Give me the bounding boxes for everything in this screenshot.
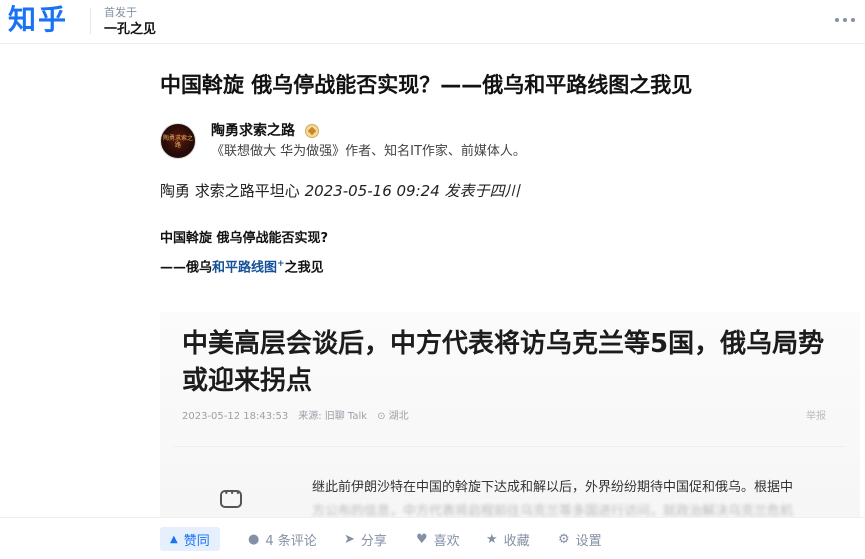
byline-author: 陶勇 求索之路平坦心: [160, 182, 300, 200]
published-in-label: 首发于: [104, 6, 137, 19]
byline-date-location: 2023-05-16 09:24 发表于四川: [304, 182, 520, 200]
upvote-button[interactable]: ▲ 赞同: [160, 527, 220, 551]
favorite-button[interactable]: ★ 收藏: [486, 527, 530, 551]
action-bar: ▲ 赞同 ● 4 条评论 ➤ 分享 ♥ 喜欢 ★ 收藏 ⚙ 设置: [0, 517, 865, 559]
like-button[interactable]: ♥ 喜欢: [416, 527, 460, 551]
embed-body-line-2: 方公布的信息，中方代表将启程前往乌克兰等多国进行访问，就政治解决乌克兰危机: [312, 504, 794, 517]
gear-icon: ⚙: [558, 531, 570, 547]
comment-bubble-icon: [220, 489, 242, 508]
subtitle-prefix: ——俄乌: [160, 260, 213, 276]
paper-plane-icon: ➤: [344, 531, 355, 547]
top-header: 知乎 首发于 一孔之见: [0, 0, 865, 44]
zhihu-logo[interactable]: 知乎: [8, 2, 68, 38]
author-badge-icon: [305, 124, 319, 138]
favorite-label: 收藏: [503, 533, 530, 549]
settings-label: 设置: [575, 533, 602, 549]
heart-icon: ♥: [416, 531, 428, 547]
comment-icon: ●: [248, 531, 260, 547]
embed-body-line-1: 继此前伊朗沙特在中国的斡旋下达成和解以后，外界纷纷期待中国促和俄乌。根据中: [312, 480, 794, 495]
share-button[interactable]: ➤ 分享: [344, 527, 387, 551]
link-plus-icon: +: [277, 259, 285, 269]
embed-meta: 2023-05-12 18:43:53 来源: 旧聊 Talk ⊙ 湖北: [182, 411, 409, 422]
header-divider: [90, 8, 91, 34]
subtitle-line-2: ——俄乌和平路线图+之我见: [160, 254, 324, 278]
triangle-up-icon: ▲: [170, 533, 178, 545]
author-avatar[interactable]: 陶勇求索之路: [160, 123, 196, 159]
embed-divider: [174, 446, 846, 447]
avatar-text: 陶勇求索之路: [162, 135, 193, 149]
like-label: 喜欢: [433, 533, 460, 549]
peace-roadmap-link[interactable]: 和平路线图: [212, 260, 277, 275]
upvote-label: 赞同: [183, 533, 210, 549]
column-name-link[interactable]: 一孔之见: [104, 21, 156, 39]
byline: 陶勇 求索之路平坦心 2023-05-16 09:24 发表于四川: [160, 180, 520, 202]
settings-button[interactable]: ⚙ 设置: [558, 527, 602, 551]
comments-label: 4 条评论: [265, 533, 317, 549]
author-bio: 《联想做大 华为做强》作者、知名IT作家、前媒体人。: [211, 144, 526, 159]
comments-button[interactable]: ● 4 条评论: [248, 527, 317, 551]
subtitle-suffix: 之我见: [284, 260, 324, 276]
embed-report-link: 举报: [806, 411, 826, 422]
subtitle-line-1: 中国斡旋 俄乌停战能否实现?: [160, 231, 329, 246]
embed-headline: 中美高层会谈后，中方代表将访乌克兰等5国，俄乌局势或迎来拐点: [182, 329, 825, 396]
star-icon: ★: [486, 531, 498, 547]
author-name-link[interactable]: 陶勇求索之路: [211, 121, 295, 141]
embedded-news-image[interactable]: 中美高层会谈后，中方代表将访乌克兰等5国，俄乌局势或迎来拐点 2023-05-1…: [160, 312, 860, 517]
more-options-icon[interactable]: [835, 10, 855, 30]
article-title: 中国斡旋 俄乌停战能否实现？——俄乌和平路线图之我见: [160, 73, 693, 97]
share-label: 分享: [360, 533, 387, 549]
